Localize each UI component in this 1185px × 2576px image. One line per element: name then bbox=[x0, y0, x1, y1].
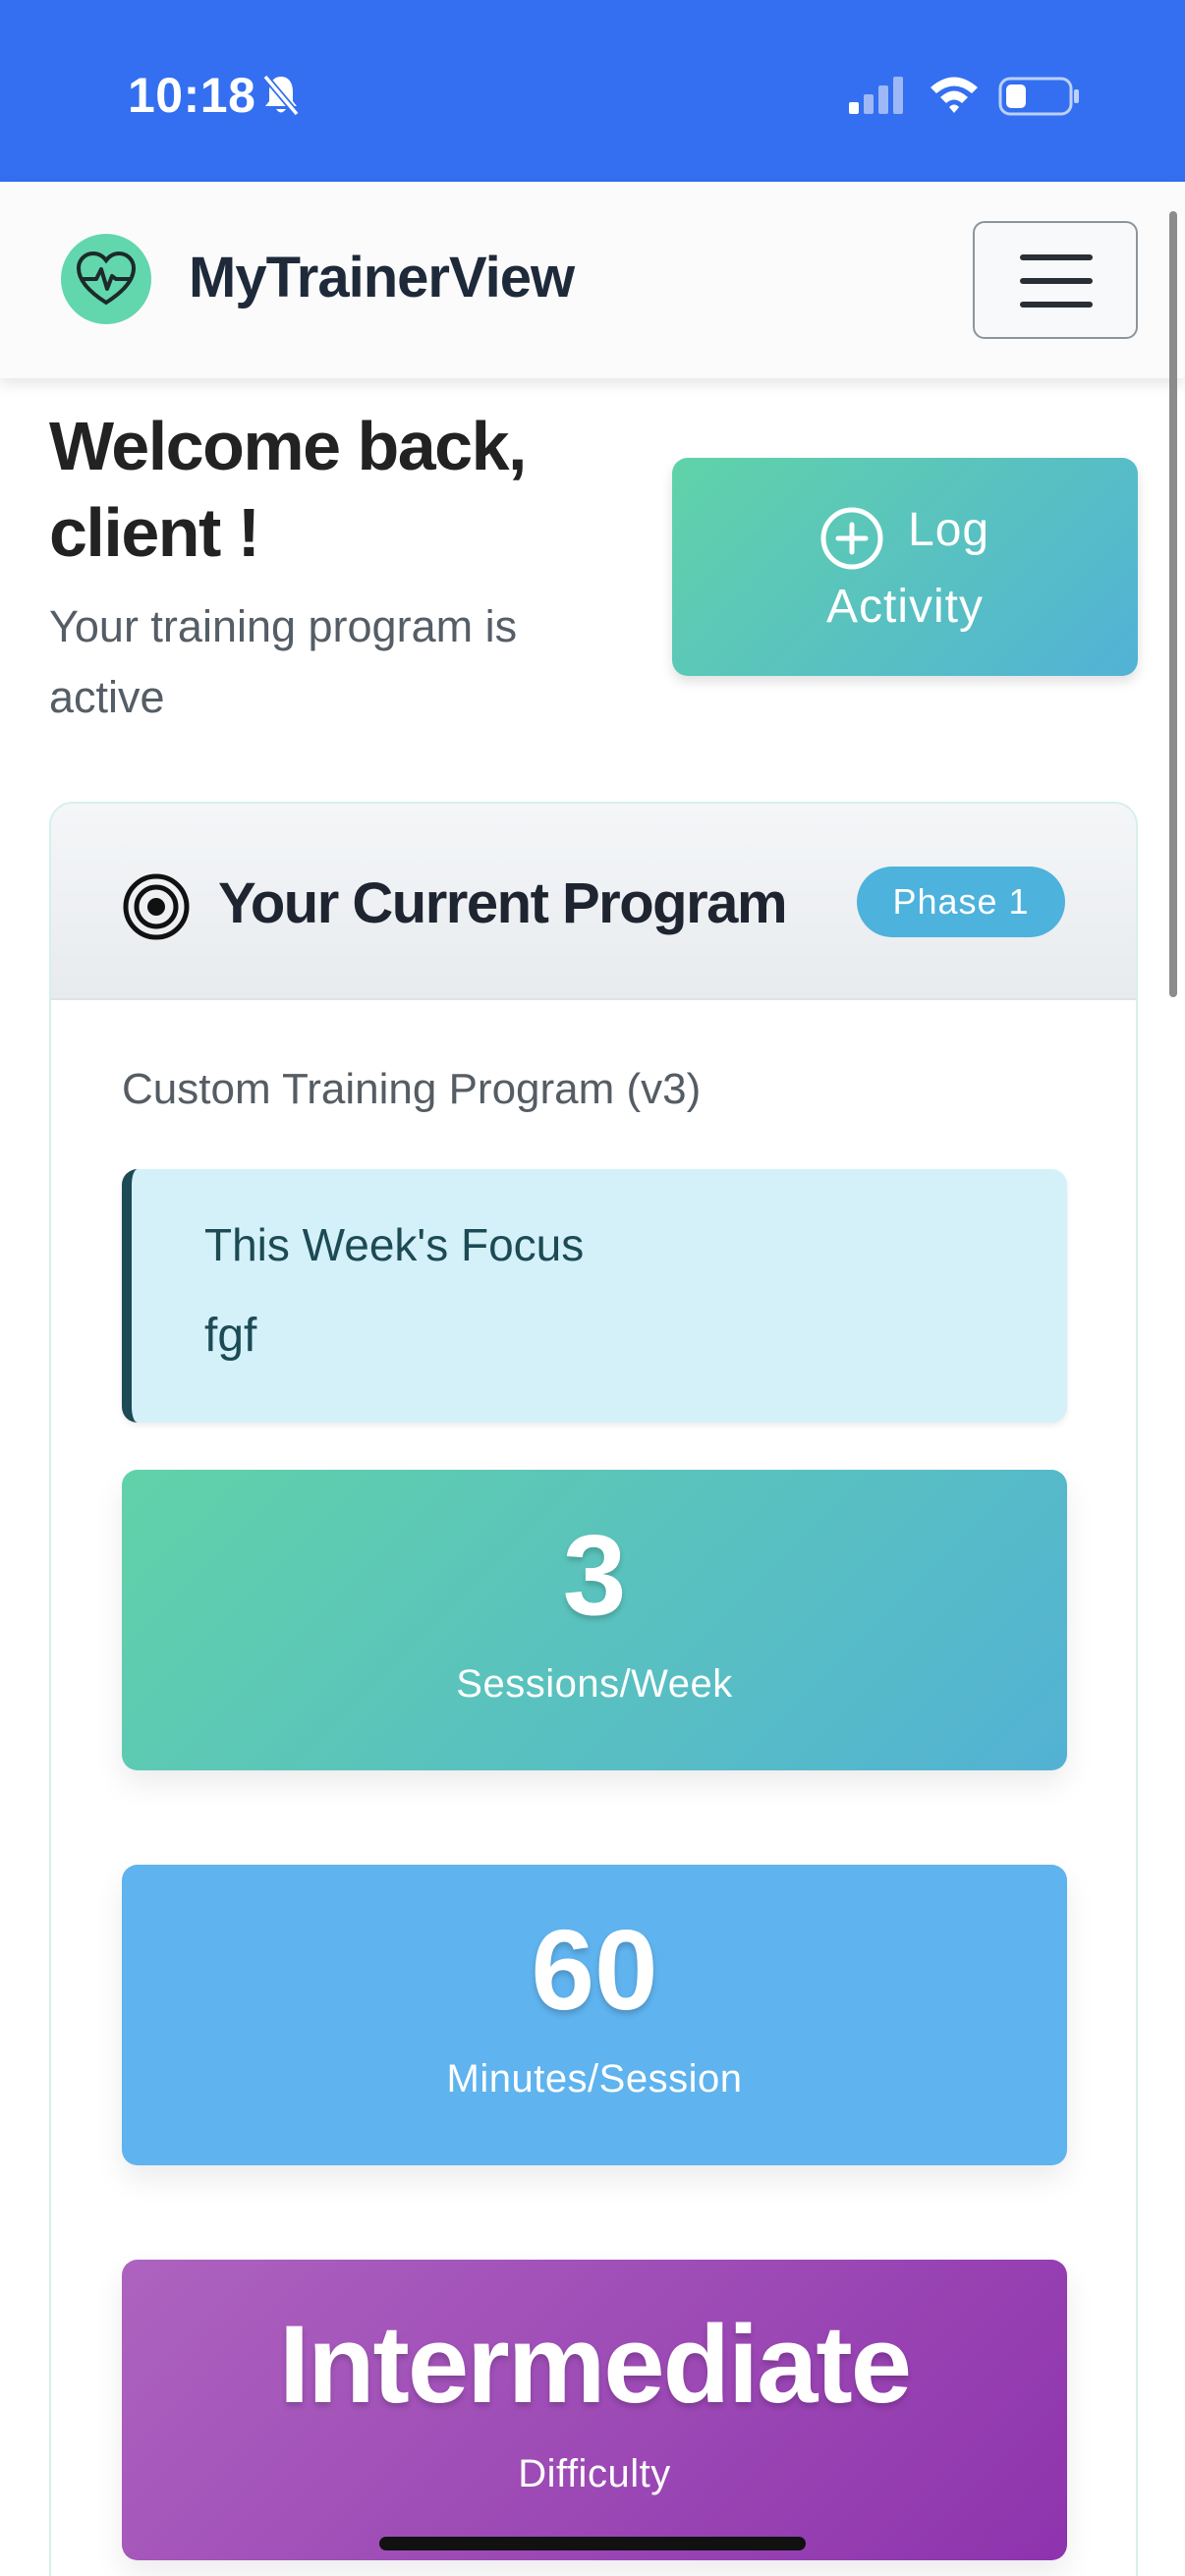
sessions-per-week-stat: 3 Sessions/Week bbox=[122, 1470, 1067, 1770]
program-name: Custom Training Program (v3) bbox=[122, 1065, 702, 1113]
hamburger-menu-icon[interactable] bbox=[973, 221, 1138, 339]
welcome-title: Welcome back, client ! bbox=[49, 408, 528, 571]
card-header: Your Current Program Phase 1 bbox=[51, 804, 1136, 1000]
battery-icon bbox=[998, 77, 1081, 121]
welcome-subtitle: Your training program is active bbox=[49, 601, 518, 722]
log-activity-label-line2: Activity bbox=[825, 581, 984, 633]
top-navbar: MyTrainerView bbox=[0, 182, 1185, 378]
stat-value: Intermediate bbox=[279, 2303, 912, 2426]
wifi-icon bbox=[928, 73, 981, 119]
heart-pulse-icon[interactable] bbox=[61, 234, 151, 324]
weekly-focus-title: This Week's Focus bbox=[204, 1219, 585, 1270]
stat-value: 3 bbox=[562, 1511, 627, 1639]
difficulty-stat: Intermediate Difficulty bbox=[122, 2260, 1067, 2560]
bell-slash-icon bbox=[261, 73, 301, 123]
status-bar: 10:18 bbox=[0, 0, 1185, 182]
signal-icon bbox=[847, 75, 906, 121]
plus-circle-icon bbox=[818, 504, 886, 578]
target-icon bbox=[122, 872, 191, 946]
program-card-title: Your Current Program bbox=[218, 871, 788, 935]
scrollbar[interactable] bbox=[1169, 211, 1177, 997]
home-indicator[interactable] bbox=[379, 2537, 806, 2550]
stat-label: Difficulty bbox=[518, 2452, 671, 2495]
weekly-focus-box: This Week's Focus fgf bbox=[122, 1169, 1067, 1423]
log-activity-label-line1: Log bbox=[908, 504, 990, 556]
phase-badge: Phase 1 bbox=[857, 867, 1065, 937]
log-activity-button[interactable]: Log Activity bbox=[672, 458, 1138, 676]
minutes-per-session-stat: 60 Minutes/Session bbox=[122, 1865, 1067, 2165]
stat-label: Sessions/Week bbox=[456, 1662, 733, 1706]
stat-value: 60 bbox=[531, 1906, 658, 2034]
stat-label: Minutes/Session bbox=[446, 2057, 743, 2100]
status-time: 10:18 bbox=[128, 68, 256, 123]
brand-name[interactable]: MyTrainerView bbox=[189, 245, 575, 310]
weekly-focus-text: fgf bbox=[204, 1310, 257, 1362]
current-program-card: Your Current Program Phase 1 Custom Trai… bbox=[49, 802, 1138, 2576]
